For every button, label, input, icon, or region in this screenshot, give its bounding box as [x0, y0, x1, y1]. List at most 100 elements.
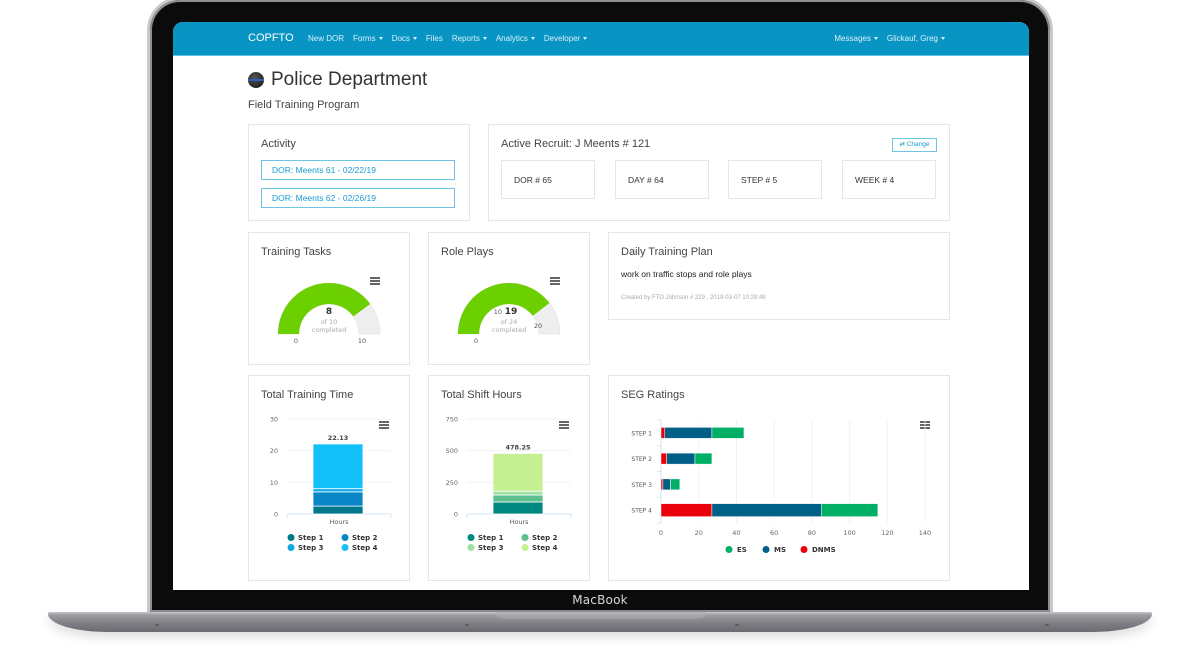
- legend-label[interactable]: MS: [774, 546, 786, 554]
- nav-item-files[interactable]: Files: [426, 34, 443, 43]
- bar-segment[interactable]: [666, 452, 696, 465]
- x-tick-label: 20: [695, 529, 703, 537]
- nav-item-developer[interactable]: Developer: [544, 34, 588, 43]
- bar-segment[interactable]: [312, 505, 364, 515]
- gauge-caption: of 10: [321, 318, 338, 326]
- bar-segment[interactable]: [312, 491, 364, 507]
- seg-ratings-card: SEG Ratings 0 20 40 60 80 100 120 140 STEP 1 STEP…: [608, 375, 950, 581]
- legend-label[interactable]: Step 2: [532, 534, 558, 542]
- x-tick-label: 80: [808, 529, 816, 537]
- user-name: Glickauf, Greg: [886, 34, 938, 43]
- nav-item-analytics[interactable]: Analytics: [496, 34, 535, 43]
- nav-item-reports[interactable]: Reports: [452, 34, 487, 43]
- nav-item-docs[interactable]: Docs: [392, 34, 417, 43]
- y-tick-label: 10: [270, 479, 278, 487]
- bar-segment[interactable]: [660, 427, 666, 439]
- training-tasks-card: Training Tasks 8 of 10 completed 0 10: [248, 232, 410, 365]
- legend-marker: [341, 544, 349, 551]
- bar-segment[interactable]: [711, 503, 822, 517]
- nav-item-forms[interactable]: Forms: [353, 34, 383, 43]
- legend-label[interactable]: Step 4: [532, 544, 558, 552]
- laptop-foot: [1045, 624, 1049, 626]
- nav-item-label: New DOR: [308, 34, 345, 43]
- bar-segment[interactable]: [660, 452, 667, 465]
- nav-item-label: Forms: [353, 34, 376, 43]
- change-recruit-button[interactable]: ⇄ Change: [892, 138, 937, 152]
- bar-segment[interactable]: [821, 503, 879, 517]
- laptop-foot: [735, 624, 739, 626]
- x-tick-label: 120: [881, 529, 893, 537]
- legend-label[interactable]: DNMS: [812, 546, 836, 554]
- nav-item-label: Analytics: [495, 34, 528, 43]
- user-menu[interactable]: Glickauf, Greg: [887, 34, 945, 43]
- activity-link[interactable]: DOR: Meents 62 - 02/26/19: [261, 188, 455, 208]
- nav-item-label: Docs: [391, 34, 410, 43]
- laptop-notch: [496, 612, 706, 619]
- gauge-value: 8: [326, 307, 332, 317]
- bar-segment[interactable]: [662, 478, 671, 491]
- swap-arrows-icon: ⇄: [899, 141, 905, 148]
- nav-item-messages[interactable]: Messages: [834, 34, 878, 43]
- gauge-caption: completed: [492, 326, 527, 334]
- bar-segment[interactable]: [492, 494, 544, 503]
- y-tick-label: 0: [274, 511, 278, 519]
- gauge-min-label: 0: [294, 337, 298, 345]
- legend-label[interactable]: Step 2: [352, 534, 378, 542]
- gauge-max-label: 10: [358, 337, 366, 345]
- bar-segment[interactable]: [664, 427, 713, 439]
- y-category-label: STEP 4: [631, 508, 652, 515]
- button-label: Change: [906, 141, 930, 148]
- caret-down-icon: [412, 37, 417, 40]
- legend-marker: [725, 546, 733, 553]
- laptop-foot: [155, 624, 159, 626]
- y-tick-label: 30: [270, 416, 278, 424]
- legend-label[interactable]: Step 1: [478, 534, 504, 542]
- navbar: COPFTO New DOR Forms Docs Files Reports …: [173, 22, 1029, 56]
- gauge-caption: of 24: [501, 318, 518, 326]
- nav-item-label: Reports: [451, 34, 480, 43]
- gauge-tick-label: 20: [534, 322, 542, 330]
- plan-text: work on traffic stops and role plays: [621, 269, 752, 279]
- y-category-label: STEP 3: [631, 482, 652, 489]
- gauge-value: 19: [505, 307, 518, 317]
- daily-training-plan-card: Daily Training Plan work on traffic stop…: [608, 232, 950, 320]
- caret-down-icon: [378, 37, 383, 40]
- legend-marker: [467, 544, 475, 551]
- stat-day: DAY # 64: [615, 160, 709, 199]
- bar-segment[interactable]: [660, 478, 664, 491]
- x-tick-label: 100: [843, 529, 855, 537]
- legend-label[interactable]: ES: [737, 546, 747, 554]
- bar-segment[interactable]: [312, 443, 364, 490]
- page-title: Police Department: [271, 69, 428, 90]
- legend-label[interactable]: Step 3: [478, 544, 504, 552]
- bar-segment[interactable]: [711, 427, 745, 439]
- caret-down-icon: [530, 37, 535, 40]
- legend-label[interactable]: Step 1: [298, 534, 324, 542]
- bar-segment[interactable]: [312, 488, 364, 493]
- stat-step: STEP # 5: [728, 160, 822, 199]
- total-training-time-card: Total Training Time 0 10 20 30 22.13 Hours Ste…: [248, 375, 410, 581]
- bar-segment[interactable]: [660, 503, 713, 517]
- bar-segment[interactable]: [670, 478, 681, 491]
- legend-label[interactable]: Step 4: [352, 544, 378, 552]
- page-subtitle: Field Training Program: [248, 99, 360, 111]
- x-tick-label: 140: [919, 529, 931, 537]
- brand-link[interactable]: COPFTO: [248, 32, 294, 44]
- card-title: Activity: [261, 138, 296, 150]
- bar-segment[interactable]: [492, 501, 544, 515]
- legend-marker: [521, 534, 529, 541]
- caret-down-icon: [941, 37, 945, 40]
- bar-segment[interactable]: [694, 452, 713, 465]
- bar-segment[interactable]: [492, 453, 544, 492]
- activity-link[interactable]: DOR: Meents 61 - 02/22/19: [261, 160, 455, 180]
- activity-card: Activity DOR: Meents 61 - 02/22/19 DOR: …: [248, 124, 470, 221]
- training-tasks-gauge: 8 of 10 completed 0 10: [277, 282, 381, 345]
- x-tick-label: 60: [770, 529, 778, 537]
- caret-down-icon: [583, 37, 588, 40]
- nav-item-new-dor[interactable]: New DOR: [308, 34, 344, 43]
- screen: COPFTO New DOR Forms Docs Files Reports …: [173, 22, 1029, 590]
- nav-right-menu: Messages Glickauf, Greg: [834, 34, 945, 43]
- legend-label[interactable]: Step 3: [298, 544, 324, 552]
- bar-segment[interactable]: [492, 490, 544, 496]
- police-badge-icon: [248, 72, 264, 88]
